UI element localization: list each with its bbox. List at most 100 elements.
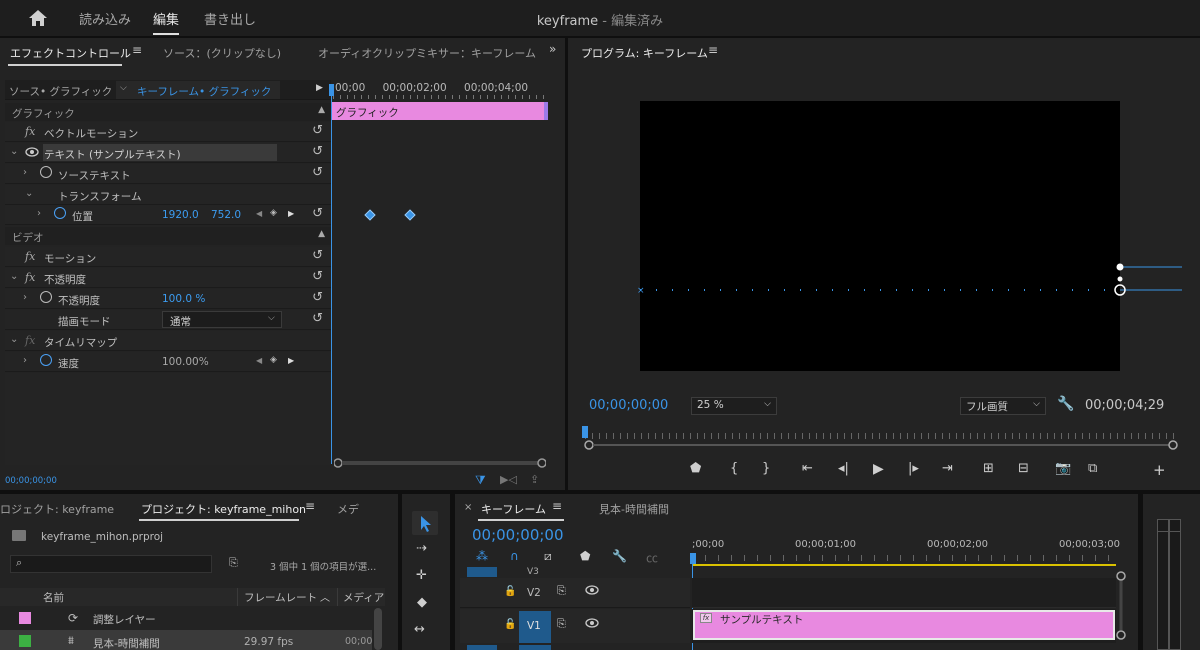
program-title[interactable]: プログラム: キーフレーム [581, 45, 708, 61]
opacity-value[interactable]: 100.0 % [162, 293, 205, 305]
export-icon[interactable]: ⇪ [530, 473, 539, 486]
play-icon[interactable]: ▶ [873, 461, 884, 477]
add-marker-icon[interactable]: ⬟ [580, 549, 590, 563]
reset-icon[interactable]: ↺ [312, 144, 323, 159]
chevron-right-icon[interactable]: › [23, 292, 27, 303]
reset-icon[interactable]: ↺ [312, 248, 323, 263]
next-keyframe-icon[interactable]: ▶ [288, 356, 294, 365]
chevron-down-icon[interactable]: ⌄ [25, 188, 33, 199]
program-ruler[interactable] [585, 433, 1175, 439]
wrench-icon[interactable]: 🔧 [1057, 396, 1074, 412]
eye-icon[interactable] [585, 584, 599, 599]
program-timecode[interactable]: 00;00;00;00 [589, 398, 668, 413]
position-x-value[interactable]: 1920.0 [162, 209, 199, 221]
quality-dropdown[interactable]: フル画質 ⌵ [960, 397, 1046, 415]
captions-icon[interactable]: ㏄ [646, 549, 658, 566]
chevron-right-icon[interactable]: › [37, 208, 41, 219]
sort-icon[interactable]: ︿ [320, 589, 330, 604]
razor-icon[interactable]: ◆ [417, 595, 427, 610]
stopwatch-icon[interactable] [54, 207, 66, 219]
panel-menu-icon[interactable]: ≡ [305, 499, 315, 513]
search-input[interactable] [10, 555, 212, 573]
selection-tool-icon[interactable] [412, 511, 438, 535]
new-bin-icon[interactable]: ⎘ [229, 556, 238, 570]
column-media[interactable]: メディア [343, 590, 384, 605]
go-to-in-icon[interactable]: ⇤ [802, 461, 813, 476]
timeline-vscroll[interactable] [1114, 570, 1128, 642]
play-audio-icon[interactable]: ▶◁ [500, 473, 517, 486]
play-only-icon[interactable]: ▶ [316, 83, 323, 93]
panel-menu-icon[interactable]: ≡ [132, 43, 142, 57]
reset-icon[interactable]: ↺ [312, 311, 323, 326]
lock-icon[interactable]: 🔓 [504, 586, 516, 597]
lock-icon[interactable]: 🔓 [504, 619, 516, 630]
stopwatch-icon[interactable] [40, 166, 52, 178]
eye-icon[interactable] [25, 146, 39, 161]
column-fps[interactable]: フレームレート [244, 590, 317, 605]
motion-path[interactable]: × [637, 262, 1182, 298]
fx-icon[interactable]: fx [25, 271, 35, 284]
chevron-down-icon[interactable]: ⌄ [10, 334, 18, 345]
extract-icon[interactable]: ⊟ [1018, 461, 1029, 476]
tab-audio-mixer[interactable]: オーディオクリップミキサー：キーフレーム [318, 45, 536, 61]
next-track-source[interactable] [467, 645, 497, 650]
nest-icon[interactable]: ⁂ [476, 549, 488, 563]
sync-lock-icon[interactable]: ⎘ [557, 584, 566, 598]
wrench-icon[interactable]: 🔧 [612, 549, 627, 563]
chevron-right-icon[interactable]: › [23, 167, 27, 178]
track-select-icon[interactable]: ⇢ [416, 541, 427, 556]
step-forward-icon[interactable]: |▸ [908, 461, 919, 476]
tab-source[interactable]: ソース：(クリップなし) [163, 45, 281, 61]
chevron-down-icon[interactable]: ⌄ [10, 146, 18, 157]
ec-playhead[interactable] [331, 84, 332, 464]
ec-playhead-head[interactable] [329, 84, 334, 96]
linked-selection-icon[interactable]: ⧄ [544, 549, 552, 564]
fx-icon[interactable]: fx [25, 250, 35, 263]
mark-in-icon[interactable]: { [730, 461, 738, 476]
marker-icon[interactable]: ⬟ [690, 461, 701, 476]
stopwatch-icon[interactable] [40, 354, 52, 366]
prev-keyframe-icon[interactable]: ◀ [256, 209, 262, 218]
reset-icon[interactable]: ↺ [312, 290, 323, 305]
tab-timeline-keyframe[interactable]: キーフレーム [481, 501, 546, 517]
ripple-edit-icon[interactable]: ✛ [416, 568, 427, 583]
sync-lock-icon[interactable]: ⎘ [557, 617, 566, 631]
lift-icon[interactable]: ⊞ [983, 461, 994, 476]
snap-icon[interactable]: ∩ [510, 549, 519, 563]
next-keyframe-icon[interactable]: ▶ [288, 209, 294, 218]
reset-icon[interactable]: ↺ [312, 206, 323, 221]
program-scrollbar[interactable] [584, 440, 1178, 450]
tab-project-keyframe[interactable]: ロジェクト: keyframe [0, 501, 114, 517]
prev-keyframe-icon[interactable]: ◀ [256, 356, 262, 365]
collapse-icon[interactable]: ▲ [318, 105, 325, 115]
step-back-icon[interactable]: ◂| [838, 461, 849, 476]
position-y-value[interactable]: 752.0 [211, 209, 241, 221]
add-keyframe-icon[interactable]: ◈ [270, 355, 277, 365]
nav-edit[interactable]: 編集 [153, 9, 179, 28]
panel-menu-icon[interactable]: ≡ [708, 43, 718, 57]
speed-value[interactable]: 100.00% [162, 356, 209, 368]
ec-scrollbar[interactable] [333, 458, 547, 468]
chevron-right-icon[interactable]: › [23, 355, 27, 366]
panel-menu-icon[interactable]: ≡ [552, 499, 562, 513]
add-keyframe-icon[interactable]: ◈ [270, 208, 277, 218]
program-playhead[interactable] [582, 426, 588, 438]
home-icon[interactable] [28, 9, 48, 27]
compare-icon[interactable]: ⧉ [1088, 461, 1097, 476]
timeline-playhead-head[interactable] [690, 553, 696, 564]
project-scrollbar[interactable] [374, 608, 382, 650]
slip-icon[interactable]: ↔ [414, 622, 425, 637]
label-color-swatch[interactable] [19, 612, 31, 624]
camera-icon[interactable]: 📷 [1055, 461, 1071, 476]
mark-out-icon[interactable]: } [762, 461, 770, 476]
source-patch-v1[interactable] [467, 567, 497, 577]
overflow-icon[interactable]: » [549, 42, 556, 56]
fx-icon[interactable]: fx [25, 125, 35, 138]
tab-project-mihon[interactable]: プロジェクト: keyframe_mihon [141, 501, 306, 517]
tab-effect-controls[interactable]: エフェクトコントロール [10, 45, 131, 61]
tab-timeline-mihon[interactable]: 見本-時間補間 [599, 501, 669, 517]
list-item[interactable] [0, 630, 372, 650]
column-name[interactable]: 名前 [43, 590, 64, 605]
tab-media[interactable]: メデ [337, 501, 359, 517]
collapse-icon[interactable]: ▲ [318, 229, 325, 239]
